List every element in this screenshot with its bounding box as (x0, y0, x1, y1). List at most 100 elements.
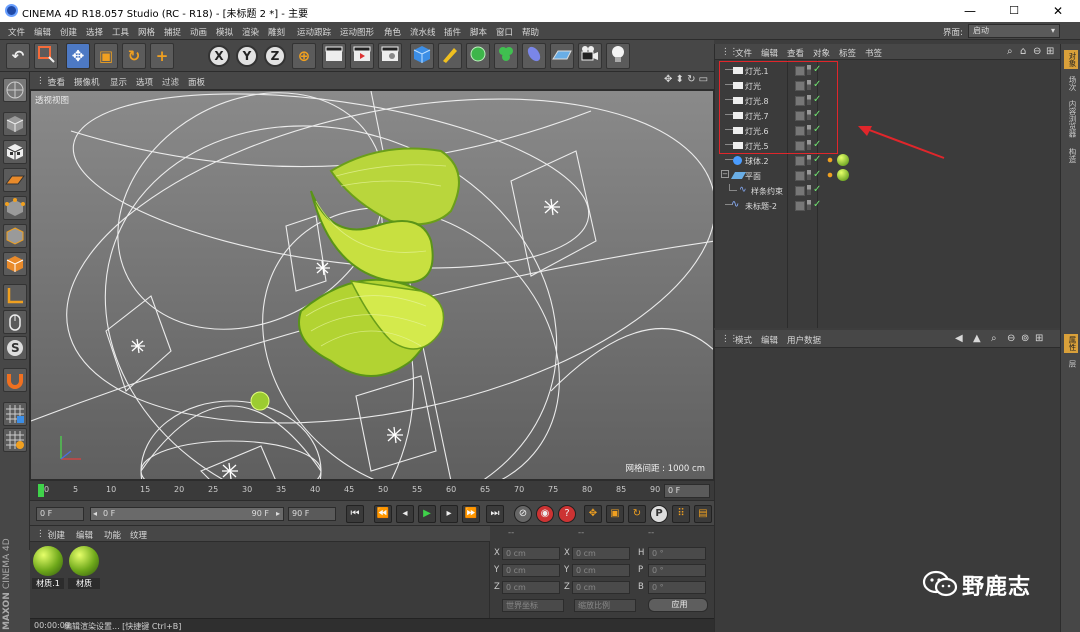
axis-mode-button[interactable] (3, 284, 27, 308)
magnet-button[interactable] (3, 368, 27, 392)
floor-button[interactable] (550, 43, 574, 69)
autokey-button[interactable]: ◉ (536, 505, 554, 523)
render-view-button[interactable] (322, 43, 346, 69)
tab-structure[interactable]: 构造 (1064, 146, 1078, 165)
size-x-field[interactable]: 0 cm (572, 547, 630, 560)
object-menu-objects[interactable]: 对象 (813, 47, 830, 59)
go-to-end-button[interactable]: ⏭ (486, 505, 504, 523)
tab-takes[interactable]: 场次 (1064, 74, 1078, 93)
enabled-check-icon[interactable]: ✓ (813, 169, 821, 180)
viewport-menu-display[interactable]: 显示 (110, 76, 127, 88)
render-settings-button[interactable] (378, 43, 402, 69)
material-menu-function[interactable]: 功能 (104, 529, 121, 541)
material-menu-texture[interactable]: 纹理 (130, 529, 147, 541)
menu-script[interactable]: 脚本 (470, 26, 487, 38)
play-button[interactable]: ▶ (418, 505, 436, 523)
menu-tools[interactable]: 工具 (112, 26, 129, 38)
menu-help[interactable]: 帮助 (522, 26, 539, 38)
x-axis-lock-button[interactable]: X (208, 45, 230, 67)
material-swatch[interactable]: 材质 (68, 546, 100, 590)
visibility-dots[interactable] (807, 170, 811, 180)
points-mode-button[interactable] (3, 196, 27, 220)
camera-button[interactable] (578, 43, 602, 69)
object-row[interactable]: − 平面 ✓ (721, 169, 1055, 183)
attribute-menu-mode[interactable]: 模式 (735, 334, 752, 346)
recent-tool-button[interactable]: + (150, 43, 174, 69)
lock-workplane-button[interactable] (3, 402, 27, 426)
y-axis-lock-button[interactable]: Y (236, 45, 258, 67)
material-tag-icon[interactable] (837, 169, 849, 181)
subdivision-surface-button[interactable] (466, 43, 490, 69)
planar-workplane-button[interactable] (3, 428, 27, 452)
cloner-button[interactable] (494, 43, 518, 69)
menu-plugins[interactable]: 插件 (444, 26, 461, 38)
search-icon[interactable]: ⌕ (991, 333, 997, 344)
tab-content-browser[interactable]: 内容浏览器 (1064, 98, 1078, 140)
material-menu-create[interactable]: 创建 (48, 529, 65, 541)
viewport-menu-cameras[interactable]: 摄像机 (74, 76, 100, 88)
search-icon[interactable]: ⌕ (1007, 46, 1013, 57)
new-window-icon[interactable]: ⊞ (1046, 46, 1054, 57)
menu-create[interactable]: 创建 (60, 26, 77, 38)
render-picture-viewer-button[interactable] (350, 43, 374, 69)
start-frame-field[interactable]: 0 F (36, 507, 84, 521)
deformer-button[interactable] (522, 43, 546, 69)
position-y-field[interactable]: 0 cm (502, 564, 560, 577)
cube-object-button[interactable] (410, 43, 434, 69)
position-x-field[interactable]: 0 cm (502, 547, 560, 560)
frame-range-slider[interactable]: ◂ 0 F 90 F ▸ (90, 507, 284, 521)
rotation-h-field[interactable]: 0 ° (648, 547, 706, 560)
menu-sculpt[interactable]: 雕刻 (268, 26, 285, 38)
menu-snap[interactable]: 捕捉 (164, 26, 181, 38)
record-active-button[interactable]: ⊘ (514, 505, 532, 523)
polygons-mode-button[interactable] (3, 252, 27, 276)
enabled-check-icon[interactable]: ✓ (813, 199, 821, 210)
position-z-field[interactable]: 0 cm (502, 581, 560, 594)
rotate-button[interactable]: ↻ (122, 43, 146, 69)
viewport-menu-filter[interactable]: 过滤 (162, 76, 179, 88)
visibility-dots[interactable] (807, 155, 811, 165)
menu-window[interactable]: 窗口 (496, 26, 513, 38)
edges-mode-button[interactable] (3, 224, 27, 248)
object-menu-file[interactable]: 文件 (735, 47, 752, 59)
next-frame-button[interactable]: ▸ (440, 505, 458, 523)
home-icon[interactable]: ⌂ (1020, 46, 1026, 57)
menu-edit[interactable]: 编辑 (34, 26, 51, 38)
scale-mode-select[interactable]: 缩放比例 (574, 599, 636, 612)
end-frame-field[interactable]: 90 F (288, 507, 336, 521)
layer-swatch[interactable] (795, 186, 805, 196)
viewport-menu-view[interactable]: 查看 (48, 76, 65, 88)
go-to-start-button[interactable]: ⏮ (346, 505, 364, 523)
back-arrow-icon[interactable]: ◀ (955, 333, 963, 344)
key-rotation-button[interactable]: ↻ (628, 505, 646, 523)
world-coords-select[interactable]: 世界坐标 (502, 599, 564, 612)
object-menu-view[interactable]: 查看 (787, 47, 804, 59)
model-mode-button[interactable] (3, 112, 27, 136)
menu-select[interactable]: 选择 (86, 26, 103, 38)
key-position-button[interactable]: ✥ (584, 505, 602, 523)
snap-button[interactable]: S (3, 336, 27, 360)
viewport-nav-icons[interactable]: ✥ ⬍ ↻ ▭ (664, 74, 708, 85)
viewport-menu-options[interactable]: 选项 (136, 76, 153, 88)
menu-animate[interactable]: 动画 (190, 26, 207, 38)
minimize-button[interactable]: — (948, 0, 992, 22)
move-button[interactable]: ✥ (66, 43, 90, 69)
apply-button[interactable]: 应用 (648, 598, 708, 612)
menu-character[interactable]: 角色 (384, 26, 401, 38)
texture-tag-icon[interactable] (825, 155, 835, 165)
object-row[interactable]: ∿ 样条约束 ✓ (721, 184, 1055, 198)
previous-key-button[interactable]: ⏪ (374, 505, 392, 523)
menu-render[interactable]: 渲染 (242, 26, 259, 38)
menu-pipeline[interactable]: 流水线 (410, 26, 436, 38)
up-arrow-icon[interactable]: ▲ (973, 333, 981, 344)
layer-swatch[interactable] (795, 201, 805, 211)
material-menu-edit[interactable]: 编辑 (76, 529, 93, 541)
coordinate-system-button[interactable]: ⊕ (292, 43, 316, 69)
timeline-ruler[interactable]: 0 5 10 15 20 25 30 35 40 45 50 55 60 65 … (30, 480, 714, 500)
layout-select[interactable]: 启动 ▾ (968, 24, 1060, 38)
history-icon[interactable]: ⊚ (1021, 333, 1029, 344)
attribute-menu-edit[interactable]: 编辑 (761, 334, 778, 346)
visibility-dots[interactable] (807, 200, 811, 210)
perspective-viewport[interactable]: 透视视图 网格间距: 1000 cm (30, 90, 714, 480)
attribute-menu-user-data[interactable]: 用户数据 (787, 334, 821, 346)
